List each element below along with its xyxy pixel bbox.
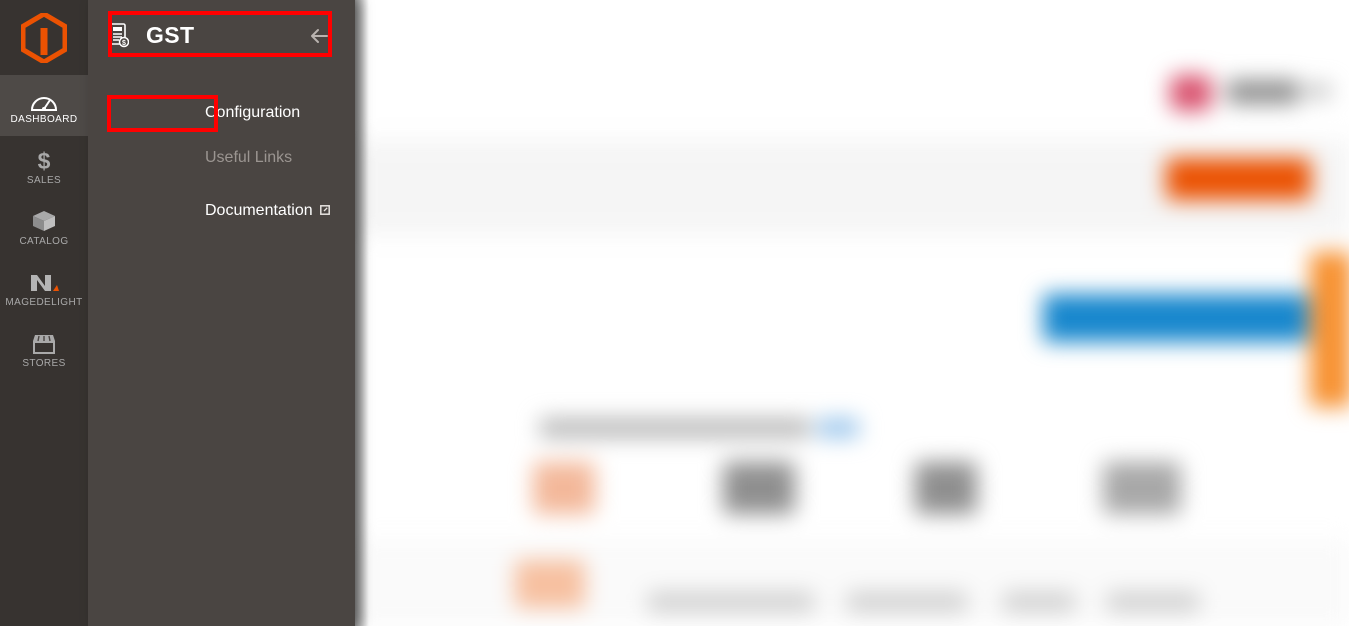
brand-mark: [1170, 75, 1212, 111]
footer-link-1-blurred[interactable]: [648, 592, 814, 612]
gst-flyout-panel: $ GST Configuration Useful Links Documen…: [88, 0, 355, 626]
section-headline-accent-blurred: [817, 418, 859, 438]
sidebar-item-catalog[interactable]: CATALOG: [0, 197, 88, 258]
feature-icon-3-blurred: [915, 462, 977, 514]
sidebar-item-dashboard[interactable]: DASHBOARD: [0, 75, 88, 136]
dollar-sign-icon: $: [33, 148, 55, 172]
useful-links-section-heading: Useful Links: [205, 149, 292, 167]
feature-icon-4-blurred: [1103, 462, 1181, 514]
magento-logo[interactable]: [0, 0, 88, 75]
documentation-menu-label: Documentation: [205, 202, 313, 219]
arrow-left-icon[interactable]: [308, 25, 330, 47]
gst-flyout-title-label: GST: [146, 21, 195, 48]
secondary-action-button-blurred[interactable]: [1043, 294, 1308, 342]
brand-wordmark-secondary: [1305, 84, 1331, 98]
sidebar-item-label: DASHBOARD: [10, 113, 78, 125]
feature-icon-1-blurred: [533, 462, 595, 514]
gst-invoice-document-icon: $: [108, 22, 130, 48]
storefront-icon: [31, 331, 57, 355]
dashboard-gauge-icon: [31, 87, 57, 111]
footer-link-2-blurred[interactable]: [847, 592, 967, 612]
brand-wordmark: [1227, 80, 1299, 104]
svg-text:$: $: [38, 148, 51, 172]
documentation-menu-item[interactable]: Documentation: [205, 202, 330, 220]
sidebar-item-label: SALES: [26, 174, 62, 186]
footer-link-3-blurred[interactable]: [1003, 592, 1075, 612]
sidebar-item-sales[interactable]: $ SALES: [0, 136, 88, 197]
page-content-area: [355, 0, 1349, 626]
configuration-menu-label: Configuration: [205, 104, 301, 121]
content-band-footer: [355, 540, 1349, 626]
feature-icon-2-blurred: [723, 462, 795, 514]
sidebar-item-label: MAGEDELIGHT: [5, 296, 83, 308]
footer-logo-blurred: [515, 560, 585, 608]
sidebar-item-label: CATALOG: [19, 235, 69, 247]
flyout-drop-shadow: [355, 0, 369, 626]
configuration-menu-item[interactable]: Configuration: [205, 104, 300, 122]
primary-action-button-blurred[interactable]: [1166, 158, 1311, 200]
sidebar-item-stores[interactable]: STORES: [0, 319, 88, 380]
side-tab-blurred[interactable]: [1310, 252, 1349, 407]
sidebar-item-magedelight[interactable]: MAGEDELIGHT: [0, 258, 88, 319]
external-link-icon: [319, 202, 330, 220]
magedelight-m-icon: [29, 270, 59, 294]
gst-flyout-title: $ GST: [108, 18, 336, 52]
sidebar-item-label: STORES: [22, 357, 66, 369]
box-cube-icon: [31, 209, 57, 233]
admin-screen: DASHBOARD $ SALES CATALOG MAGEDELIGHT ST…: [0, 0, 1349, 626]
primary-sidebar: DASHBOARD $ SALES CATALOG MAGEDELIGHT ST…: [0, 0, 88, 626]
footer-link-4-blurred[interactable]: [1107, 592, 1199, 612]
section-headline-blurred: [540, 418, 810, 438]
svg-text:$: $: [122, 40, 126, 47]
useful-links-label: Useful Links: [205, 149, 293, 166]
